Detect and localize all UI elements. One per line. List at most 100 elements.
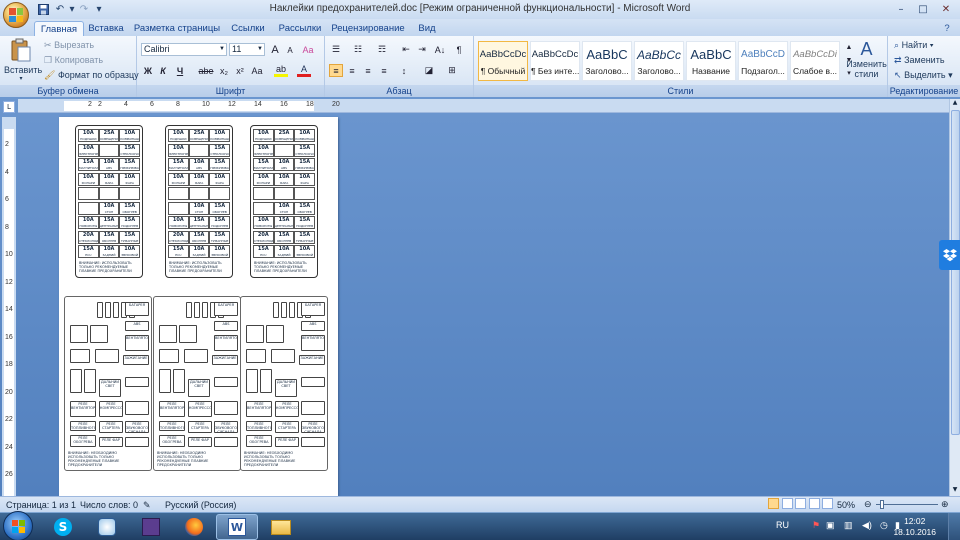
style-normal[interactable]: AaBbCcDc ¶ Обычный bbox=[478, 41, 528, 81]
ruler-tick-label: 12 bbox=[228, 101, 236, 108]
fuse-box-diagram[interactable]: БАТАРЕЯ ABS ВЕНТИЛЯТОР ЗАЖИГАНИЕ ДАЛЬНИЙ СВЕ… bbox=[153, 296, 241, 471]
scroll-down-icon[interactable]: ▼ bbox=[950, 486, 960, 496]
zoom-out-icon[interactable]: ⊖ bbox=[864, 499, 872, 510]
fuse-box-diagram[interactable]: БАТАРЕЯ ABS ВЕНТИЛЯТОР ЗАЖИГАНИЕ ДАЛЬНИЙ СВЕ… bbox=[240, 296, 328, 471]
strikethrough-button[interactable]: abe bbox=[197, 64, 215, 77]
close-button[interactable]: ✕ bbox=[935, 2, 957, 16]
taskbar-explorer[interactable] bbox=[260, 514, 302, 540]
borders-icon[interactable]: ⊞ bbox=[445, 64, 459, 77]
taskbar-word[interactable]: W bbox=[216, 514, 258, 540]
tray-app-icon[interactable]: ▣ bbox=[826, 520, 835, 531]
vertical-scrollbar[interactable]: ▲ ▼ bbox=[949, 99, 960, 496]
shading-icon[interactable]: ◪ bbox=[422, 64, 436, 77]
tab-home[interactable]: Главная bbox=[34, 21, 84, 36]
taskbar-skype[interactable]: S bbox=[42, 514, 84, 540]
volume-icon[interactable]: ◀) bbox=[862, 520, 872, 531]
find-button[interactable]: ⌕ Найти ▾ bbox=[894, 40, 934, 51]
outline-icon[interactable] bbox=[808, 498, 820, 509]
scroll-up-icon[interactable]: ▲ bbox=[950, 99, 960, 109]
horizontal-ruler[interactable]: 2 2 4 6 8 10 12 14 16 18 20 bbox=[18, 99, 949, 113]
show-desktop-button[interactable] bbox=[948, 513, 960, 540]
tray-clock-icon[interactable]: ◷ bbox=[880, 520, 888, 531]
increase-indent-icon[interactable]: ⇥ bbox=[415, 43, 429, 56]
tab-page-layout[interactable]: Разметка страницы bbox=[132, 21, 222, 36]
style-heading-1[interactable]: AaBbC Заголово... bbox=[582, 41, 632, 81]
tray-flag-icon[interactable]: ⚑ bbox=[812, 520, 820, 531]
vertical-ruler[interactable]: 2 4 6 8 10 12 14 16 18 20 22 24 26 bbox=[2, 117, 16, 496]
clear-format-button[interactable]: Aa bbox=[301, 43, 315, 56]
style-title[interactable]: AaBbC Название bbox=[686, 41, 736, 81]
help-icon[interactable]: ? bbox=[940, 21, 954, 36]
decrease-indent-icon[interactable]: ⇤ bbox=[399, 43, 413, 56]
dropbox-icon[interactable] bbox=[939, 240, 960, 270]
font-name-combo[interactable]: Calibri ▼ bbox=[141, 43, 227, 56]
word-count[interactable]: Число слов: 0 bbox=[80, 500, 138, 510]
taskbar-app[interactable] bbox=[86, 514, 128, 540]
web-layout-icon[interactable] bbox=[795, 498, 807, 509]
bold-button[interactable]: Ж bbox=[141, 64, 155, 77]
shrink-font-button[interactable]: A bbox=[283, 44, 297, 57]
superscript-button[interactable]: x² bbox=[233, 64, 247, 77]
zoom-slider[interactable] bbox=[876, 504, 938, 505]
tab-insert[interactable]: Вставка bbox=[86, 21, 126, 36]
fuse-sticker[interactable]: 10AПОДУШКИ БЕЗОПАСНОСТИ25AОСВЕЩЕНИЕ САЛО… bbox=[250, 125, 318, 278]
highlight-button[interactable]: ab bbox=[274, 64, 288, 77]
line-spacing-icon[interactable]: ↕ bbox=[397, 64, 411, 77]
bullets-icon[interactable]: ☰ bbox=[329, 43, 343, 56]
multilevel-list-icon[interactable]: ☶ bbox=[375, 43, 389, 56]
change-styles-button[interactable]: A Изменить стили bbox=[845, 39, 888, 79]
keyboard-language[interactable]: RU bbox=[776, 520, 789, 530]
select-button[interactable]: ↖ Выделить ▾ bbox=[894, 70, 953, 81]
justify-icon[interactable]: ≡ bbox=[377, 64, 391, 77]
fuse-sticker[interactable]: 10AПОДУШКИ БЕЗОПАСНОСТИ25AОСВЕЩЕНИЕ САЛО… bbox=[165, 125, 233, 278]
numbering-icon[interactable]: ☷ bbox=[351, 43, 365, 56]
format-painter-button[interactable]: 🖌 Формат по образцу bbox=[44, 70, 139, 81]
change-case-button[interactable]: Aa bbox=[250, 64, 264, 77]
tab-review[interactable]: Рецензирование bbox=[330, 21, 406, 36]
taskbar-save-app[interactable] bbox=[130, 514, 172, 540]
align-center-icon[interactable]: ≡ bbox=[345, 64, 359, 77]
zoom-level[interactable]: 50% bbox=[837, 500, 855, 510]
tray-network-icon[interactable]: ▥ bbox=[844, 520, 853, 531]
scroll-thumb[interactable] bbox=[951, 110, 960, 435]
tab-selector-icon[interactable]: L bbox=[3, 101, 15, 113]
draft-icon[interactable] bbox=[822, 498, 834, 509]
replace-button[interactable]: ⇄ Заменить bbox=[894, 55, 945, 66]
subscript-button[interactable]: x₂ bbox=[217, 64, 231, 77]
clock[interactable]: 12:02 18.10.2016 bbox=[893, 516, 936, 538]
maximize-button[interactable]: □ bbox=[912, 2, 934, 16]
print-layout-icon[interactable] bbox=[768, 498, 779, 509]
cut-button[interactable]: ✂ Вырезать bbox=[44, 40, 94, 51]
style-heading-2[interactable]: AaBbCc Заголово... bbox=[634, 41, 684, 81]
full-screen-reading-icon[interactable] bbox=[781, 498, 793, 509]
fuse-box-diagram[interactable]: БАТАРЕЯ ABS ВЕНТИЛЯТОР ЗАЖИГАНИЕ ДАЛЬНИЙ СВЕ… bbox=[64, 296, 152, 471]
style-subtle-emphasis[interactable]: AaBbCcDi Слабое в... bbox=[790, 41, 840, 81]
tab-view[interactable]: Вид bbox=[412, 21, 442, 36]
zoom-slider-thumb[interactable] bbox=[880, 500, 884, 509]
tab-references[interactable]: Ссылки bbox=[226, 21, 270, 36]
align-left-icon[interactable]: ≡ bbox=[329, 64, 343, 77]
start-button[interactable] bbox=[3, 511, 33, 540]
tab-mailings[interactable]: Рассылки bbox=[274, 21, 326, 36]
align-right-icon[interactable]: ≡ bbox=[361, 64, 375, 77]
sort-button[interactable]: A↓ bbox=[433, 43, 447, 56]
grow-font-button[interactable]: A bbox=[268, 43, 282, 56]
underline-button[interactable]: Ч bbox=[173, 64, 187, 77]
show-marks-button[interactable]: ¶ bbox=[452, 43, 466, 56]
style-subtitle[interactable]: AaBbCcD Подзагол... bbox=[738, 41, 788, 81]
copy-button[interactable]: ❐ Копировать bbox=[44, 55, 103, 66]
taskbar-firefox[interactable] bbox=[173, 514, 215, 540]
page-count[interactable]: Страница: 1 из 1 bbox=[6, 500, 76, 510]
fuse-sticker[interactable]: 10AПОДУШКИ БЕЗОПАСНОСТИ25AОСВЕЩЕНИЕ САЛО… bbox=[75, 125, 143, 278]
italic-button[interactable]: К bbox=[156, 64, 170, 77]
language-status[interactable]: Русский (Россия) bbox=[165, 500, 236, 510]
zoom-in-icon[interactable]: ⊕ bbox=[941, 499, 949, 510]
font-color-button[interactable]: A bbox=[297, 64, 311, 77]
style-no-spacing[interactable]: AaBbCcDc ¶ Без инте... bbox=[530, 41, 580, 81]
document-page[interactable]: 10AПОДУШКИ БЕЗОПАСНОСТИ25AОСВЕЩЕНИЕ САЛО… bbox=[59, 117, 338, 496]
font-size-combo[interactable]: 11 ▼ bbox=[229, 43, 265, 56]
paste-button[interactable]: Вставить ▾ bbox=[4, 38, 42, 84]
office-button[interactable] bbox=[3, 2, 29, 28]
proofing-icon[interactable]: ✎ bbox=[143, 500, 151, 511]
minimize-button[interactable]: – bbox=[890, 2, 912, 16]
